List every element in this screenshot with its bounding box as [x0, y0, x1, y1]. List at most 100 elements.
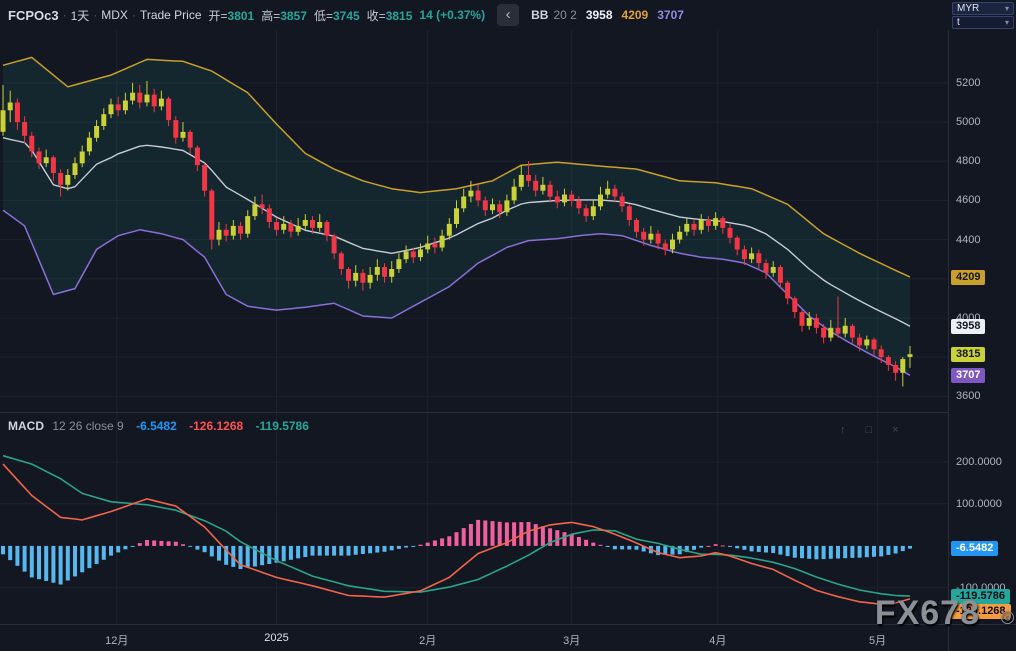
macd-histogram-bar: [814, 546, 818, 559]
move-pane-up-icon[interactable]: ↑: [840, 424, 846, 436]
candle-body: [900, 359, 905, 373]
open-readout: 开=3801: [209, 7, 255, 24]
candle-body: [778, 267, 783, 283]
pane-divider[interactable]: [0, 412, 948, 413]
macd-histogram-bar: [354, 546, 358, 555]
candle-body: [814, 318, 819, 328]
collapse-legend-button[interactable]: ‹: [497, 4, 519, 26]
time-axis[interactable]: 12月20252月3月4月5月: [0, 624, 1016, 651]
candle-body: [800, 312, 805, 326]
candle-body: [677, 232, 682, 240]
macd-histogram-bar: [836, 546, 840, 559]
high-readout: 高=3857: [261, 7, 307, 24]
candle-body: [908, 354, 913, 357]
candle-body: [612, 189, 617, 197]
candle-body: [663, 244, 668, 250]
candle-body: [656, 234, 661, 244]
candle-body: [634, 220, 639, 232]
candle-body: [303, 220, 308, 226]
macd-histogram-bar: [80, 546, 84, 572]
candle-body: [756, 253, 761, 263]
interval-selector[interactable]: 1天: [71, 7, 90, 24]
candle-body: [389, 269, 394, 277]
candle-body: [807, 318, 812, 326]
time-axis-label: 4月: [709, 632, 726, 648]
candle-body: [159, 99, 164, 107]
macd-histogram-bar: [159, 541, 163, 546]
price-axis-label: 4400: [956, 234, 980, 246]
macd-histogram-bar: [764, 546, 768, 553]
unit-dropdown[interactable]: t▾: [952, 16, 1014, 29]
macd-histogram-bar: [462, 528, 466, 546]
candle-body: [231, 226, 236, 236]
candle-body: [116, 104, 121, 110]
macd-histogram-bar: [73, 546, 77, 577]
candle-body: [332, 236, 337, 254]
separator-dot: ·: [93, 8, 97, 22]
chart-toolbar: FCPOc3 · 1天 · MDX · Trade Price 开=3801 高…: [0, 0, 1016, 30]
candle-body: [461, 197, 466, 209]
change-readout: 14 (+0.37%): [419, 8, 485, 22]
macd-histogram-bar: [397, 546, 401, 549]
price-axis-label: 3600: [956, 390, 980, 402]
candle-body: [418, 249, 423, 257]
macd-histogram-bar: [102, 546, 106, 560]
candle-body: [209, 191, 214, 240]
macd-histogram-bar: [627, 546, 631, 550]
macd-histogram-bar: [879, 546, 883, 557]
macd-histogram-bar: [390, 546, 394, 550]
bb-indicator-legend[interactable]: BB: [531, 8, 548, 22]
bb-upper-badge: 4209: [951, 270, 985, 285]
macd-histogram-bar: [37, 546, 41, 579]
candle-body: [130, 93, 135, 101]
macd-histogram-bar: [721, 546, 725, 547]
candle-body: [324, 222, 329, 236]
candle-body: [29, 136, 34, 152]
macd-histogram-bar: [606, 546, 610, 547]
macd-histogram-bar: [15, 546, 19, 566]
candle-body: [224, 230, 229, 236]
close-pane-icon[interactable]: ×: [892, 424, 898, 436]
macd-params: 12 26 close 9: [52, 419, 123, 433]
currency-dropdown[interactable]: MYR▾: [952, 2, 1014, 15]
macd-pane[interactable]: [0, 412, 948, 624]
candle-body: [562, 195, 567, 203]
macd-histogram-bar: [210, 546, 214, 557]
macd-histogram-bar: [894, 546, 898, 554]
candle-body: [411, 251, 416, 257]
candle-body: [51, 157, 56, 173]
candle-body: [584, 208, 589, 216]
candle-body: [80, 152, 85, 164]
candle-body: [569, 195, 574, 201]
symbol-name[interactable]: FCPOc3: [8, 8, 59, 23]
macd-histogram-bar: [591, 543, 595, 546]
candle-body: [346, 269, 351, 281]
macd-histogram-bar: [318, 546, 322, 556]
price-pane[interactable]: [0, 30, 948, 412]
macd-axis-label: 100.0000: [956, 498, 1002, 510]
candle-body: [15, 103, 20, 123]
candle-body: [764, 263, 769, 273]
candle-body: [857, 338, 862, 346]
candle-body: [836, 328, 841, 334]
macd-histogram-bar: [850, 546, 854, 558]
macd-legend[interactable]: MACD 12 26 close 9 -6.5482 -126.1268 -11…: [8, 419, 309, 433]
macd-histogram-bar: [692, 546, 696, 550]
price-axis[interactable]: 520050004800460044004200400038003600200.…: [949, 30, 1016, 624]
candle-body: [627, 206, 632, 220]
trading-chart-app: FCPOc3 · 1天 · MDX · Trade Price 开=3801 高…: [0, 0, 1016, 651]
maximize-pane-icon[interactable]: □: [866, 424, 873, 436]
exchange-label[interactable]: MDX: [101, 8, 128, 22]
bb-basis-value: 3958: [586, 8, 613, 22]
candle-body: [396, 259, 401, 269]
macd-histogram-bar: [822, 546, 826, 559]
candle-body: [483, 200, 488, 210]
time-axis-label: 2月: [419, 632, 436, 648]
macd-histogram-bar: [66, 546, 70, 581]
macd-histogram-bar: [368, 546, 372, 553]
series-type-label[interactable]: Trade Price: [140, 8, 202, 22]
candle-body: [267, 208, 272, 222]
candle-body: [288, 224, 293, 232]
candle-body: [94, 126, 99, 138]
candle-body: [591, 206, 596, 216]
